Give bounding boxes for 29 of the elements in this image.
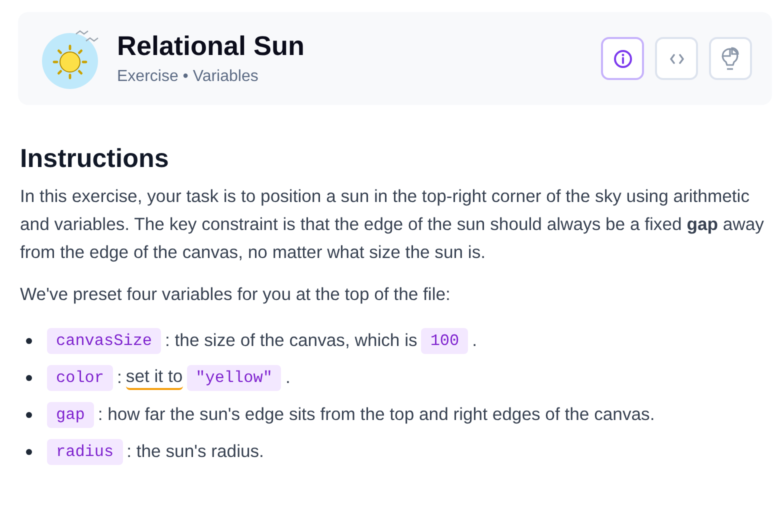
bullet-icon (26, 412, 32, 418)
item-text: : the size of the canvas, which is (165, 330, 418, 351)
item-text: : the sun's radius. (126, 441, 264, 462)
info-icon (612, 48, 632, 68)
paragraph: In this exercise, your task is to position a sun in the top-right corner of the sky using arithmetic and variables. The key constraint is that the edge of the sun should always be a fixed gap away from the edge of the canvas, no matter what size the sun is. (20, 185, 765, 264)
exercise-title: Relational Sun (117, 31, 306, 62)
lightbulb-icon (720, 46, 742, 72)
section-heading: Instructions (20, 143, 170, 174)
item-text: : (117, 367, 122, 388)
item-text: . (472, 330, 478, 351)
code-button[interactable] (655, 37, 698, 80)
bullet-icon (26, 448, 32, 454)
inline-code: 100 (421, 328, 468, 354)
exercise-subtitle: Exercise • Variables (117, 68, 260, 86)
code-icon (670, 52, 684, 64)
info-button[interactable] (601, 37, 644, 80)
sun-logo-icon (40, 28, 100, 88)
hint-button[interactable] (709, 37, 752, 80)
item-text: . (285, 367, 290, 388)
inline-code: canvasSize (47, 328, 162, 354)
inline-code: gap (47, 402, 94, 428)
paragraph: We've preset four variables for you at the top of the file: (20, 283, 452, 306)
bullet-icon (26, 338, 32, 344)
bullet-icon (26, 374, 32, 380)
inline-code: color (47, 364, 114, 390)
underlined-text: set it to (126, 366, 183, 390)
inline-code: "yellow" (186, 364, 282, 390)
inline-code: radius (47, 438, 123, 464)
item-text: : how far the sun's edge sits from the top and right edges of the canvas. (98, 404, 655, 425)
